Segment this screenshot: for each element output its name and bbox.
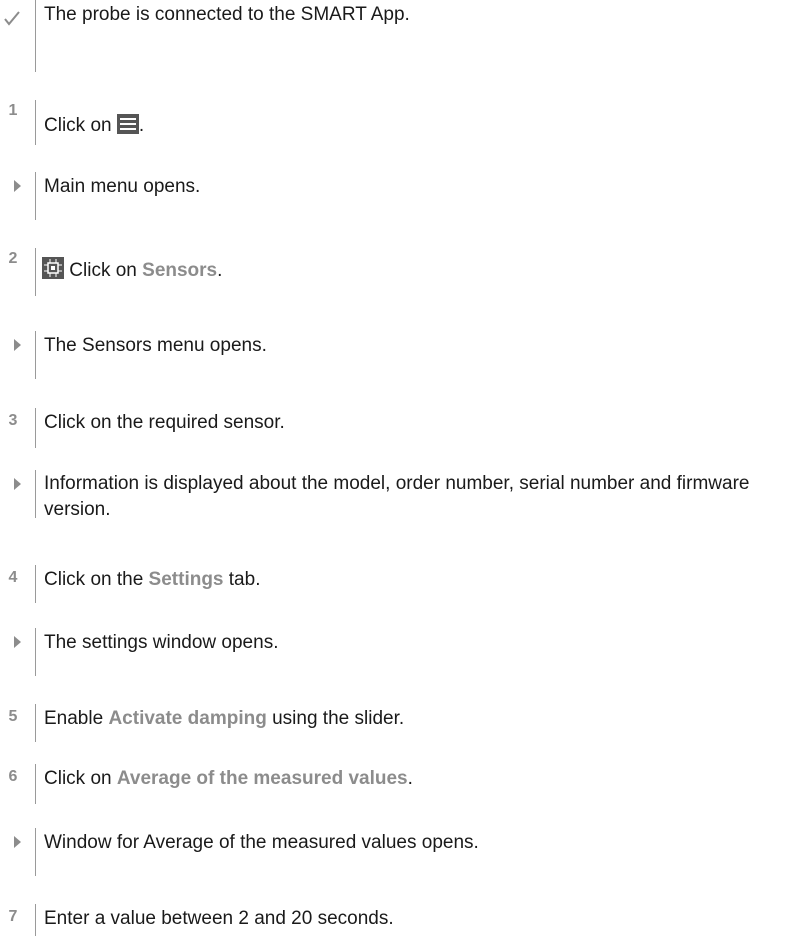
ui-term-settings: Settings bbox=[148, 569, 224, 590]
checkmark-icon bbox=[0, 10, 24, 31]
ui-term-sensors: Sensors bbox=[142, 260, 218, 281]
step-text: The Sensors menu opens. bbox=[44, 335, 267, 356]
step-number: 2 bbox=[8, 250, 18, 267]
step-text: Click on the required sensor. bbox=[44, 412, 285, 433]
ui-term-average-measured-values: Average of the measured values bbox=[116, 768, 408, 789]
step-text: Click on . bbox=[44, 114, 784, 141]
result-arrow-icon bbox=[14, 477, 21, 495]
step-text: Information is displayed about the model… bbox=[44, 473, 750, 520]
ui-term-activate-damping: Activate damping bbox=[108, 708, 267, 729]
step-text: Window for Average of the measured value… bbox=[44, 832, 479, 853]
step-number: 1 bbox=[8, 102, 18, 119]
step-text: Main menu opens. bbox=[44, 176, 201, 197]
step-number: 6 bbox=[8, 768, 18, 785]
step-number: 7 bbox=[8, 908, 18, 925]
step-text: Click on Sensors. bbox=[42, 257, 784, 286]
step-text: Click on the Settings tab. bbox=[44, 569, 261, 590]
step-text: Enable Activate damping using the slider… bbox=[44, 708, 405, 729]
result-arrow-icon bbox=[14, 338, 21, 356]
result-arrow-icon bbox=[14, 835, 21, 853]
sensor-chip-icon bbox=[42, 257, 64, 286]
result-arrow-icon bbox=[14, 635, 21, 653]
step-text: The settings window opens. bbox=[44, 632, 279, 653]
step-number: 5 bbox=[8, 708, 18, 725]
step-text: Click on Average of the measured values. bbox=[44, 768, 413, 789]
step-number: 4 bbox=[8, 569, 18, 586]
step-text: Enter a value between 2 and 20 seconds. bbox=[44, 908, 394, 929]
menu-icon bbox=[116, 114, 139, 141]
result-arrow-icon bbox=[14, 179, 21, 197]
step-text: The probe is connected to the SMART App. bbox=[44, 4, 410, 25]
step-number: 3 bbox=[8, 412, 18, 429]
